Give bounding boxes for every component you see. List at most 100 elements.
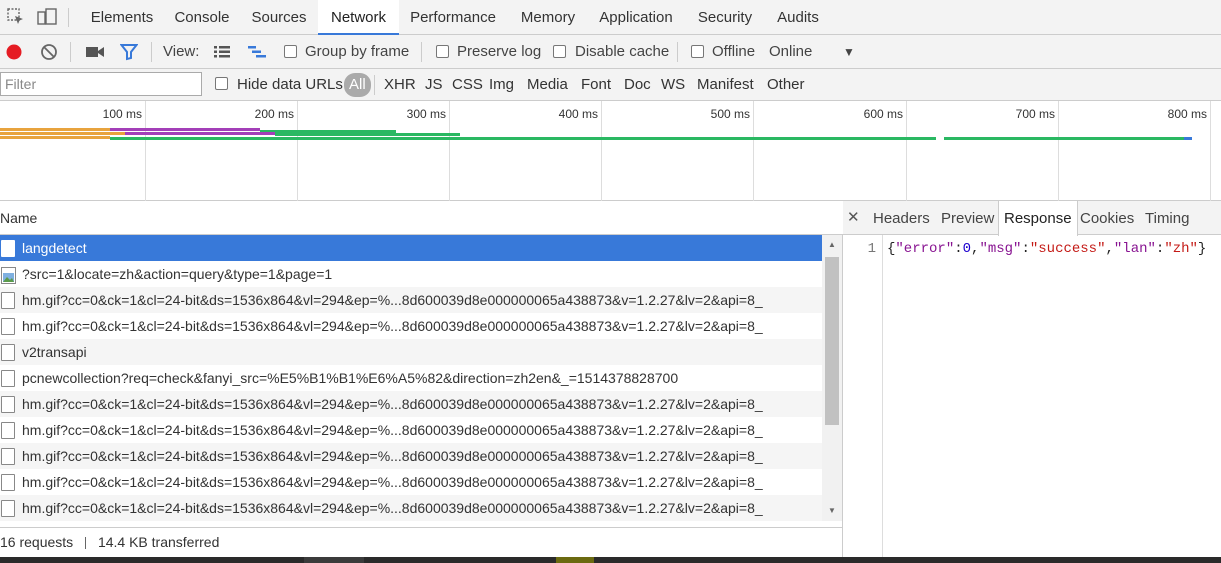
request-name: hm.gif?cc=0&ck=1&cl=24-bit&ds=1536x864&v…: [22, 396, 763, 412]
filter-input[interactable]: [0, 72, 202, 96]
timeline-bar: [1184, 137, 1192, 140]
divider: [85, 537, 87, 550]
filter-type-doc[interactable]: Doc: [624, 69, 651, 101]
tab-audits[interactable]: Audits: [768, 0, 828, 35]
request-name: hm.gif?cc=0&ck=1&cl=24-bit&ds=1536x864&v…: [22, 474, 763, 490]
disable-cache-label: Disable cache: [575, 43, 670, 60]
request-row[interactable]: v2transapi: [0, 339, 822, 365]
request-row[interactable]: pcnewcollection?req=check&fanyi_src=%E5%…: [0, 365, 822, 391]
request-row[interactable]: hm.gif?cc=0&ck=1&cl=24-bit&ds=1536x864&v…: [0, 287, 822, 313]
document-icon: [1, 318, 15, 335]
document-icon: [1, 474, 15, 491]
device-toolbar-icon[interactable]: [37, 8, 57, 26]
divider: [70, 42, 71, 62]
tab-preview[interactable]: Preview: [941, 201, 994, 235]
screenshot-camera-icon[interactable]: [85, 43, 104, 61]
filter-funnel-icon[interactable]: [119, 43, 139, 61]
filter-type-other[interactable]: Other: [767, 69, 805, 101]
large-rows-icon[interactable]: [213, 44, 231, 62]
tab-security[interactable]: Security: [691, 0, 759, 35]
filter-type-img[interactable]: Img: [489, 69, 514, 101]
hide-data-urls-label: Hide data URLs: [237, 76, 343, 93]
request-row[interactable]: langdetect: [0, 235, 822, 261]
tab-sources[interactable]: Sources: [244, 0, 314, 35]
network-overview-timeline[interactable]: 100 ms 200 ms 300 ms 400 ms 500 ms 600 m…: [0, 101, 1221, 201]
timeline-bar: [0, 128, 110, 131]
filter-type-font[interactable]: Font: [581, 69, 611, 101]
gridline: [1058, 101, 1059, 201]
inspect-element-icon[interactable]: [7, 8, 25, 26]
tick-label: 700 ms: [1015, 107, 1055, 121]
hide-data-urls-checkbox[interactable]: [215, 77, 228, 90]
filter-type-all[interactable]: All: [344, 73, 371, 97]
request-row[interactable]: hm.gif?cc=0&ck=1&cl=24-bit&ds=1536x864&v…: [0, 443, 822, 469]
name-column-header[interactable]: Name: [0, 201, 843, 235]
scrollbar-thumb[interactable]: [825, 257, 839, 425]
throttling-dropdown-icon[interactable]: ▼: [843, 35, 855, 69]
filter-type-js[interactable]: JS: [425, 69, 443, 101]
request-row[interactable]: hm.gif?cc=0&ck=1&cl=24-bit&ds=1536x864&v…: [0, 313, 822, 339]
request-row[interactable]: hm.gif?cc=0&ck=1&cl=24-bit&ds=1536x864&v…: [0, 391, 822, 417]
request-row[interactable]: ?src=1&locate=zh&action=query&type=1&pag…: [0, 261, 822, 287]
tab-memory[interactable]: Memory: [509, 0, 587, 35]
tab-headers[interactable]: Headers: [873, 201, 930, 235]
record-icon[interactable]: [5, 43, 23, 61]
gridline: [601, 101, 602, 201]
timeline-bar: [0, 132, 125, 135]
requests-panel: Name langdetect ?src=1&locate=zh&action=…: [0, 201, 843, 563]
clear-icon[interactable]: [40, 43, 58, 61]
request-list-scrollbar[interactable]: ▲ ▼: [822, 235, 842, 521]
request-details-panel: ✕ Headers Preview Response Cookies Timin…: [843, 201, 1221, 557]
desktop-strip: [0, 557, 1221, 563]
document-icon: [1, 240, 15, 257]
request-row[interactable]: hm.gif?cc=0&ck=1&cl=24-bit&ds=1536x864&v…: [0, 417, 822, 443]
response-text: {"error":0,"msg":"success","lan":"zh"}: [887, 241, 1207, 257]
offline-label: Offline: [712, 43, 756, 60]
preserve-log-checkbox[interactable]: [436, 45, 449, 58]
gridline: [906, 101, 907, 201]
request-row[interactable]: hm.gif?cc=0&ck=1&cl=24-bit&ds=1536x864&v…: [0, 495, 822, 521]
document-icon: [1, 396, 15, 413]
request-name: v2transapi: [22, 344, 87, 360]
filter-bar: Hide data URLs All XHR JS CSS Img Media …: [0, 69, 1221, 101]
offline-checkbox[interactable]: [691, 45, 704, 58]
document-icon: [1, 344, 15, 361]
network-toolbar: View: Group by frame Preserve log Disabl…: [0, 35, 1221, 69]
tab-elements[interactable]: Elements: [82, 0, 162, 35]
response-body[interactable]: {"error":0,"msg":"success","lan":"zh"}: [887, 241, 1206, 257]
document-icon: [1, 292, 15, 309]
desktop-strip-segment: [304, 557, 364, 563]
image-icon: [1, 266, 16, 284]
line-number-gutter: 1: [843, 235, 883, 557]
tick-label: 300 ms: [406, 107, 446, 121]
tab-console[interactable]: Console: [166, 0, 238, 35]
network-summary-bar: 16 requests 14.4 KB transferred: [0, 527, 843, 557]
document-icon: [1, 500, 15, 517]
request-name: hm.gif?cc=0&ck=1&cl=24-bit&ds=1536x864&v…: [22, 500, 763, 516]
tick-label: 400 ms: [558, 107, 598, 121]
request-count: 16 requests: [0, 534, 74, 550]
filter-type-css[interactable]: CSS: [452, 69, 483, 101]
timeline-bar: [110, 137, 936, 140]
scroll-up-arrow-icon[interactable]: ▲: [822, 235, 842, 255]
request-name: hm.gif?cc=0&ck=1&cl=24-bit&ds=1536x864&v…: [22, 318, 763, 334]
request-name: hm.gif?cc=0&ck=1&cl=24-bit&ds=1536x864&v…: [22, 292, 763, 308]
tab-application[interactable]: Application: [593, 0, 679, 35]
filter-type-manifest[interactable]: Manifest: [697, 69, 754, 101]
throttling-select[interactable]: Online: [769, 35, 812, 69]
tab-performance[interactable]: Performance: [403, 0, 503, 35]
waterfall-overview-icon[interactable]: [247, 44, 266, 62]
close-details-icon[interactable]: ✕: [847, 201, 860, 235]
tab-network[interactable]: Network: [318, 0, 399, 35]
document-icon: [1, 370, 15, 387]
tab-response[interactable]: Response: [998, 201, 1078, 236]
filter-type-ws[interactable]: WS: [661, 69, 685, 101]
disable-cache-checkbox[interactable]: [553, 45, 566, 58]
request-row[interactable]: hm.gif?cc=0&ck=1&cl=24-bit&ds=1536x864&v…: [0, 469, 822, 495]
filter-type-xhr[interactable]: XHR: [384, 69, 416, 101]
tab-cookies[interactable]: Cookies: [1080, 201, 1134, 235]
scroll-down-arrow-icon[interactable]: ▼: [822, 501, 842, 521]
filter-type-media[interactable]: Media: [527, 69, 568, 101]
group-by-frame-checkbox[interactable]: [284, 45, 297, 58]
tab-timing[interactable]: Timing: [1145, 201, 1189, 235]
